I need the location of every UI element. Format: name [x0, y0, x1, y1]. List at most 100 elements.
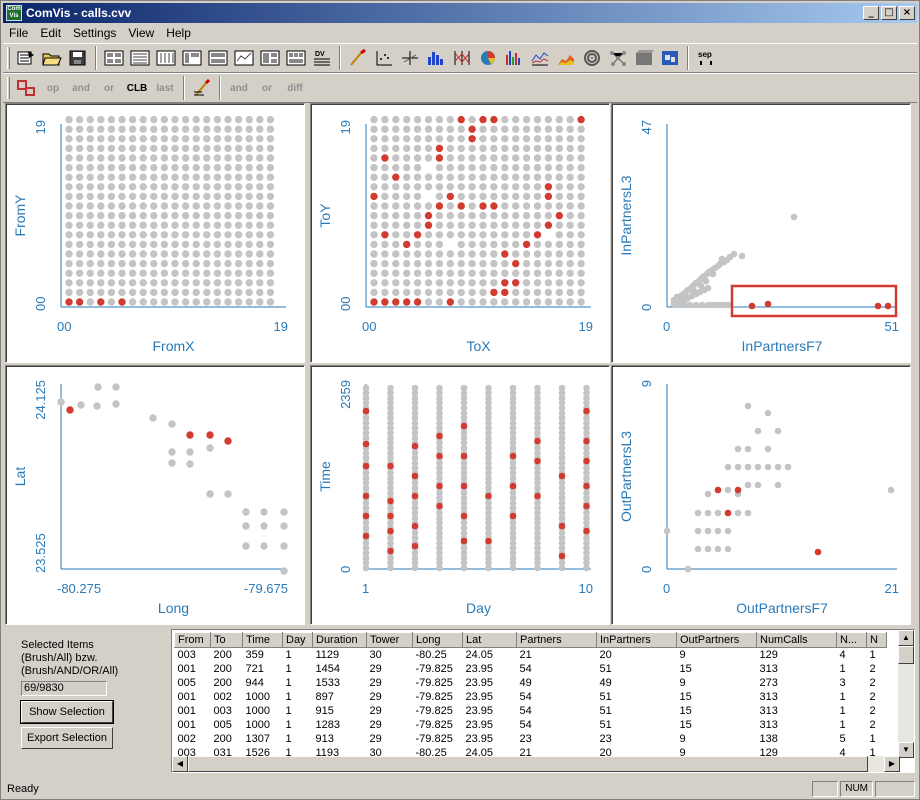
radial-icon[interactable] [580, 46, 604, 70]
menu-help[interactable]: Help [160, 26, 197, 40]
view-grid-7-icon[interactable] [258, 46, 282, 70]
table-row[interactable]: 001 200 721 1 1454 29 -79.825 23.95 54 51 15 313 1 2 [175, 662, 887, 676]
new-file-icon[interactable] [14, 46, 38, 70]
bar-chart-icon[interactable] [502, 46, 526, 70]
op-button[interactable]: op [40, 76, 66, 100]
hscroll-thumb[interactable] [188, 756, 868, 772]
export-selection-button[interactable]: Export Selection [21, 727, 113, 749]
area-chart-icon[interactable] [554, 46, 578, 70]
scroll-right-icon[interactable]: ▶ [884, 756, 900, 772]
graph-icon[interactable] [606, 46, 630, 70]
data-point [118, 250, 126, 258]
plot-canvas[interactable]: 0 51 InPartnersF7 0 47 InPartnersL3 [612, 104, 912, 364]
or-button[interactable]: or [96, 76, 122, 100]
view-grid-4-icon[interactable] [180, 46, 204, 70]
column-header[interactable]: InPartners [596, 632, 677, 648]
column-header[interactable]: N... [836, 632, 867, 648]
column-header[interactable]: Long [412, 632, 463, 648]
horizontal-scrollbar[interactable]: ◀ ▶ [172, 756, 900, 772]
table-cell: 1000 [245, 705, 270, 717]
column-header[interactable]: Lat [462, 632, 517, 648]
column-header[interactable]: Time [242, 632, 283, 648]
column-header[interactable]: Duration [312, 632, 367, 648]
data-table[interactable]: From To Time Day Duration Tower Long Lat Partner… [171, 629, 915, 773]
column-header[interactable]: NumCalls [756, 632, 837, 648]
close-button[interactable]: × [899, 6, 915, 20]
column-header[interactable]: OutPartners [676, 632, 757, 648]
view-grid-2-icon[interactable] [128, 46, 152, 70]
scroll-up-icon[interactable]: ▲ [898, 630, 914, 646]
data-point [160, 298, 169, 306]
scroll-down-icon[interactable]: ▼ [898, 742, 914, 758]
menu-file[interactable]: File [3, 26, 34, 40]
plot-canvas[interactable]: 00 19 ToX 00 19 ToY [311, 104, 611, 364]
composite-brush-icon[interactable] [14, 76, 38, 100]
clear-brush-icon[interactable] [190, 76, 214, 100]
table-row[interactable]: 002 200 1307 1 913 29 -79.825 23.95 23 23 9 138 5 1 [175, 732, 887, 746]
scatterplot-long-lat[interactable]: -80.275 -79.675 Long 23.525 24.125 Lat [5, 365, 305, 625]
table-row[interactable]: 005 200 944 1 1533 29 -79.825 23.95 49 49 9 273 3 2 [175, 676, 887, 690]
or-combine-button[interactable]: or [254, 76, 280, 100]
brush-icon[interactable] [346, 46, 370, 70]
parallel-coords-icon[interactable] [450, 46, 474, 70]
column-header[interactable]: From [174, 632, 211, 648]
map-icon[interactable] [658, 46, 682, 70]
view-grid-1-icon[interactable] [102, 46, 126, 70]
title-bar[interactable]: Com Vis ComVis - calls.cvv _ □ × [3, 3, 917, 23]
plot-canvas[interactable]: -80.275 -79.675 Long 23.525 24.125 Lat [6, 366, 306, 626]
diff-button[interactable]: diff [282, 76, 308, 100]
surface-icon[interactable] [632, 46, 656, 70]
selected-data-point [75, 298, 84, 306]
vertical-scrollbar[interactable]: ▲ ▼ [898, 630, 914, 758]
brush-rectangle[interactable] [730, 284, 898, 318]
plot-canvas[interactable]: 00 19 FromX 00 19 FromY [6, 104, 306, 364]
data-point [118, 163, 126, 172]
and-combine-button[interactable]: and [226, 76, 252, 100]
scatterplot-icon[interactable] [372, 46, 396, 70]
minimize-button[interactable]: _ [863, 6, 879, 20]
view-grid-8-icon[interactable] [284, 46, 308, 70]
scatterplot-inpartners[interactable]: 0 51 InPartnersF7 0 47 InPartnersL3 [611, 103, 911, 363]
open-folder-icon[interactable] [40, 46, 64, 70]
plot-canvas[interactable]: 1 10 Day 0 2359 Time [311, 366, 611, 626]
scatterplot-tox-toy[interactable]: 00 19 ToX 00 19 ToY [310, 103, 610, 363]
maximize-button[interactable]: □ [881, 6, 897, 20]
toolbar-grip[interactable] [7, 47, 10, 69]
table-row[interactable]: 003 200 359 1 1129 30 -80.25 24.05 21 20 9 129 4 1 [175, 648, 887, 663]
histogram-icon[interactable] [424, 46, 448, 70]
column-header[interactable]: N [866, 632, 887, 648]
toolbar-grip[interactable] [7, 77, 10, 99]
view-grid-3-icon[interactable] [154, 46, 178, 70]
axes-icon[interactable] [398, 46, 422, 70]
table-row[interactable]: 001 002 1000 1 897 29 -79.825 23.95 54 51 15 313 1 2 [175, 690, 887, 704]
plot-canvas[interactable]: 0 21 OutPartnersF7 0 9 OutPartnersL3 [612, 366, 912, 626]
scatterplot-outpartners[interactable]: 0 21 OutPartnersF7 0 9 OutPartnersL3 [611, 365, 911, 625]
data-point [512, 288, 520, 297]
clb-button[interactable]: CLB [124, 76, 150, 100]
table-row[interactable]: 001 005 1000 1 1283 29 -79.825 23.95 54 51 15 313 1 2 [175, 718, 887, 732]
scatterplot-fromx-fromy[interactable]: 00 19 FromX 00 19 FromY [5, 103, 305, 363]
sep-button[interactable]: sep [694, 46, 718, 70]
column-header[interactable]: To [210, 632, 243, 648]
column-header[interactable]: Partners [516, 632, 597, 648]
and-button[interactable]: and [68, 76, 94, 100]
table-cell: 1 [839, 705, 846, 717]
column-header[interactable]: Day [282, 632, 313, 648]
show-selection-button[interactable]: Show Selection [20, 700, 114, 724]
menu-view[interactable]: View [122, 26, 160, 40]
dv-view-icon[interactable]: DV [310, 46, 334, 70]
column-header[interactable]: Tower [366, 632, 413, 648]
scroll-thumb[interactable] [898, 646, 914, 664]
menu-settings[interactable]: Settings [67, 26, 122, 40]
view-grid-5-icon[interactable] [206, 46, 230, 70]
last-button[interactable]: last [152, 76, 178, 100]
line-chart-icon[interactable] [528, 46, 552, 70]
menu-edit[interactable]: Edit [34, 26, 67, 40]
data-point [171, 154, 179, 162]
save-icon[interactable] [66, 46, 90, 70]
pie-chart-icon[interactable] [476, 46, 500, 70]
scatterplot-day-time[interactable]: 1 10 Day 0 2359 Time [310, 365, 610, 625]
view-grid-6-icon[interactable] [232, 46, 256, 70]
scroll-left-icon[interactable]: ◀ [172, 756, 188, 772]
table-row[interactable]: 001 003 1000 1 915 29 -79.825 23.95 54 51 15 313 1 2 [175, 704, 887, 718]
